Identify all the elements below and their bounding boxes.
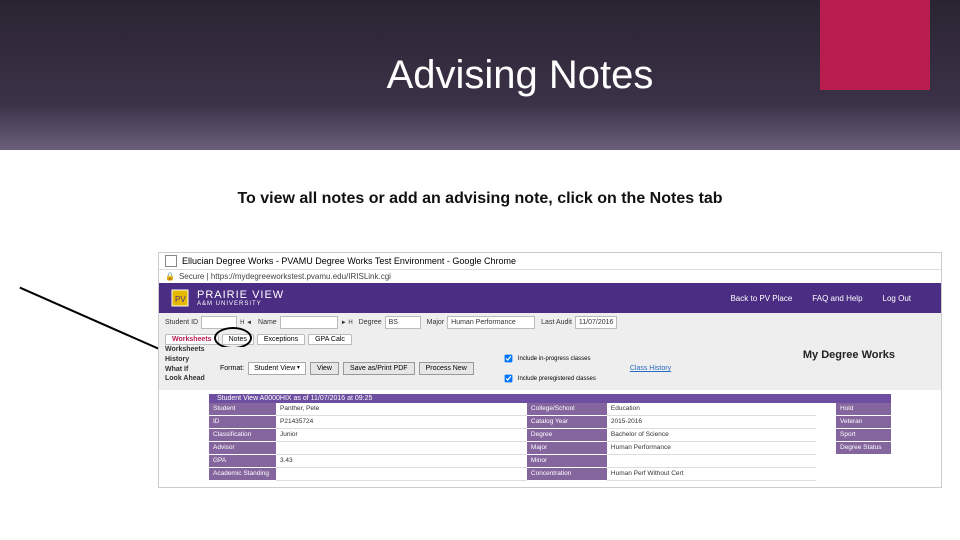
inprogress-checkbox[interactable] [504, 355, 512, 363]
val-student: Panther, Pete [276, 403, 527, 416]
tab-notes[interactable]: Notes [222, 334, 254, 345]
right-header-column: College/School Catalog Year Degree Major… [527, 403, 607, 481]
instruction-text: To view all notes or add an advising not… [0, 190, 960, 208]
url-text: https://mydegreeworkstest.pvamu.edu/IRIS… [211, 272, 391, 281]
val-catalog-year: 2015-2016 [607, 416, 816, 429]
val-minor [607, 455, 816, 468]
slide-header: Advising Notes [0, 0, 960, 150]
left-header-column: Student ID Classification Advisor GPA Ac… [209, 403, 276, 481]
back-link[interactable]: Back to PV Place [730, 294, 792, 303]
lbl-academic-standing: Academic Standing [209, 468, 276, 481]
lbl-degree: Degree [527, 429, 607, 442]
last-audit-value: 11/07/2016 [575, 316, 618, 329]
page-icon [165, 255, 177, 267]
chrome-title-bar: Ellucian Degree Works - PVAMU Degree Wor… [159, 253, 941, 270]
format-value: Student View [254, 363, 295, 374]
lbl-advisor: Advisor [209, 442, 276, 455]
val-advisor [276, 442, 527, 455]
side-lookahead[interactable]: Look Ahead [165, 374, 205, 384]
val-classification: Junior [276, 429, 527, 442]
university-subname: A&M UNIVERSITY [197, 301, 284, 307]
header-links: Back to PV Place FAQ and Help Log Out [730, 294, 931, 303]
lbl-id: ID [209, 416, 276, 429]
lbl-sport: Sport [836, 429, 891, 442]
university-name: PRAIRIE VIEW [197, 289, 284, 301]
major-value[interactable]: Human Performance [447, 316, 535, 329]
my-degree-works-title: My Degree Works [803, 349, 895, 388]
prereg-label: Include preregistered classes [518, 376, 596, 382]
lbl-student: Student [209, 403, 276, 416]
degree-label: Degree [359, 319, 382, 326]
student-view-bar: Student View A0000HIX as of 11/07/2016 a… [209, 394, 891, 403]
format-select[interactable]: Student View ▾ [248, 362, 306, 375]
secure-label: Secure [179, 272, 204, 281]
tab-gpa-calc[interactable]: GPA Calc [308, 334, 352, 345]
accent-box [820, 0, 930, 90]
val-concentration: Human Perf Without Cert [607, 468, 816, 481]
side-worksheets[interactable]: Worksheets [165, 345, 205, 355]
include-inprogress[interactable]: Include in-progress classes [498, 349, 596, 368]
nav-next[interactable]: ► H [341, 320, 353, 326]
university-logo: PV [169, 287, 191, 309]
last-audit-label: Last Audit [541, 319, 572, 326]
side-whatif[interactable]: What If [165, 365, 205, 375]
status-column: Hold Veteran Sport Degree Status [836, 403, 891, 481]
student-data-grid: Student ID Classification Advisor GPA Ac… [209, 403, 891, 481]
address-bar[interactable]: 🔒 Secure | https://mydegreeworkstest.pva… [159, 270, 941, 283]
val-college: Education [607, 403, 816, 416]
name-input[interactable] [280, 316, 338, 329]
include-prereg[interactable]: Include preregistered classes [498, 369, 596, 388]
val-academic-standing [276, 468, 527, 481]
nav-prev[interactable]: H ◄ [240, 320, 252, 326]
tab-worksheets[interactable]: Worksheets [165, 334, 219, 345]
view-button[interactable]: View [310, 362, 339, 375]
main-tabs: Worksheets Notes Exceptions GPA Calc [159, 332, 941, 347]
left-value-column: Panther, Pete P21435724 Junior 3.43 [276, 403, 527, 481]
degree-value[interactable]: BS [385, 316, 421, 329]
tab-exceptions[interactable]: Exceptions [257, 334, 305, 345]
university-banner: PV PRAIRIE VIEW A&M UNIVERSITY Back to P… [159, 283, 941, 313]
name-label: Name [258, 319, 277, 326]
lbl-veteran: Veteran [836, 416, 891, 429]
val-degree: Bachelor of Science [607, 429, 816, 442]
chevron-down-icon: ▾ [295, 363, 300, 374]
lbl-gpa: GPA [209, 455, 276, 468]
val-major: Human Performance [607, 442, 816, 455]
save-pdf-button[interactable]: Save as/Print PDF [343, 362, 415, 375]
val-gpa: 3.43 [276, 455, 527, 468]
chrome-tab-title: Ellucian Degree Works - PVAMU Degree Wor… [182, 256, 516, 266]
inprogress-label: Include in-progress classes [518, 356, 591, 362]
lbl-catalog-year: Catalog Year [527, 416, 607, 429]
val-id: P21435724 [276, 416, 527, 429]
lbl-degree-status: Degree Status [836, 442, 891, 455]
lbl-concentration: Concentration [527, 468, 607, 481]
lbl-classification: Classification [209, 429, 276, 442]
right-value-column: Education 2015-2016 Bachelor of Science … [607, 403, 816, 481]
major-label: Major [427, 319, 445, 326]
lbl-minor: Minor [527, 455, 607, 468]
side-history[interactable]: History [165, 355, 205, 365]
svg-text:PV: PV [175, 295, 186, 304]
lock-icon: 🔒 [165, 272, 175, 281]
logout-link[interactable]: Log Out [883, 294, 911, 303]
process-new-button[interactable]: Process New [419, 362, 474, 375]
prereg-checkbox[interactable] [504, 375, 512, 383]
format-label: Format: [220, 365, 244, 372]
class-history-link[interactable]: Class History [630, 365, 671, 372]
slide-title: Advising Notes [387, 53, 654, 98]
sid-label: Student ID [165, 319, 198, 326]
side-nav: Worksheets History What If Look Ahead [165, 345, 205, 384]
worksheet-row: Worksheets History What If Look Ahead Fo… [159, 347, 941, 390]
browser-window: Ellucian Degree Works - PVAMU Degree Wor… [158, 252, 942, 488]
sid-input[interactable] [201, 316, 237, 329]
student-info-row: Student ID H ◄ Name ► H Degree BS Major … [159, 313, 941, 332]
lbl-college: College/School [527, 403, 607, 416]
lbl-major: Major [527, 442, 607, 455]
lbl-hold: Hold [836, 403, 891, 416]
faq-link[interactable]: FAQ and Help [812, 294, 862, 303]
